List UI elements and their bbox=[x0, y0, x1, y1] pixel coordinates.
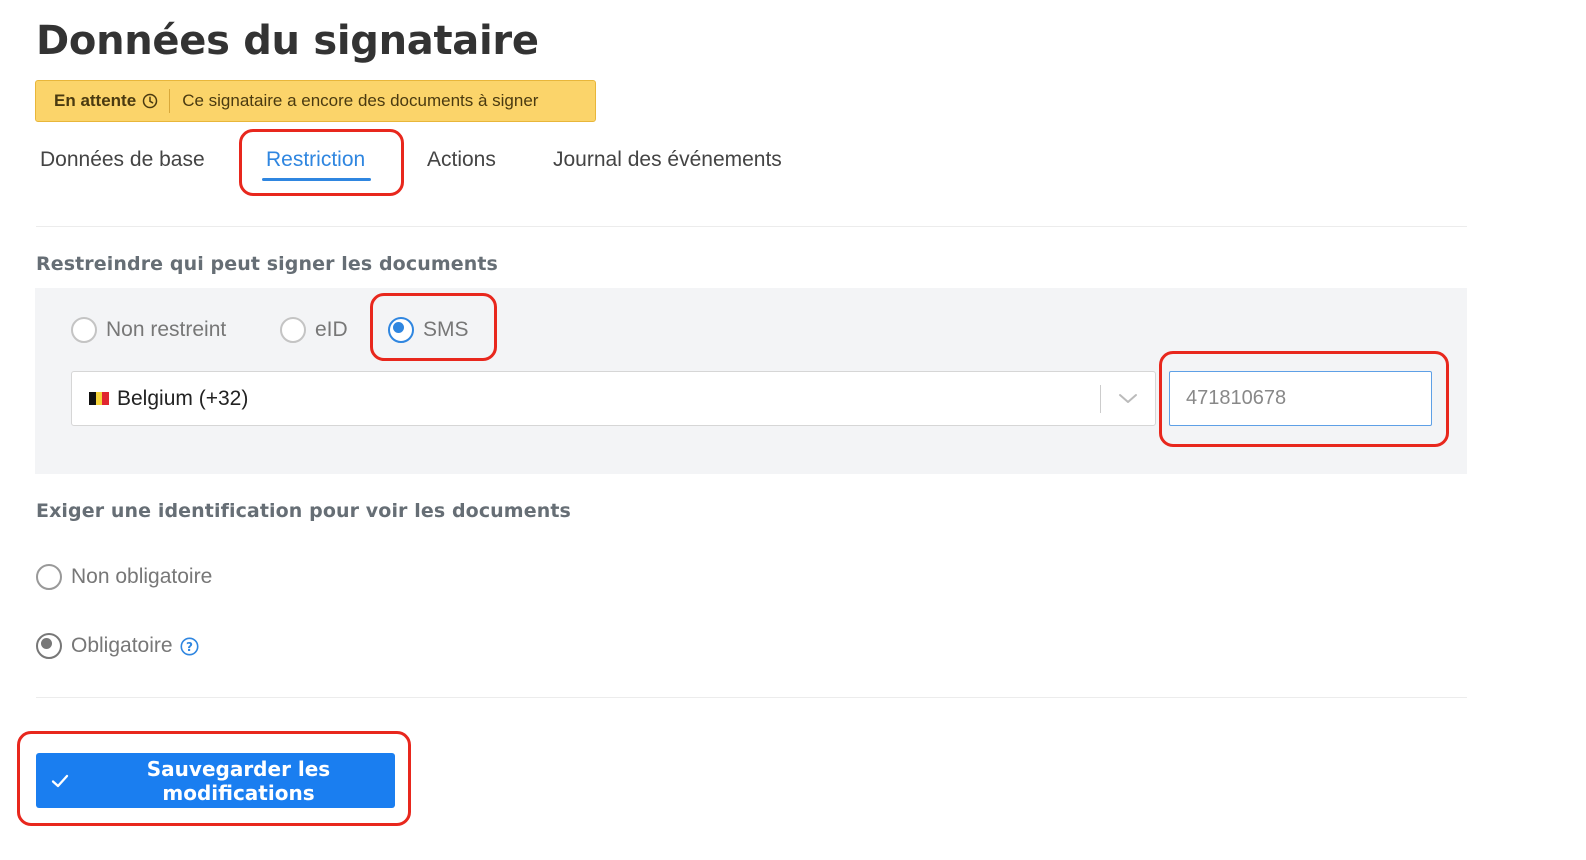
belgium-flag-icon bbox=[89, 392, 110, 405]
radio-circle[interactable] bbox=[280, 317, 306, 343]
svg-text:?: ? bbox=[186, 640, 193, 654]
status-banner: En attente Ce signataire a encore des do… bbox=[35, 80, 596, 122]
radio-label: SMS bbox=[423, 318, 469, 341]
country-select[interactable]: Belgium (+32) bbox=[71, 371, 1156, 426]
phone-input[interactable] bbox=[1169, 371, 1432, 426]
radio-non-restreint[interactable]: Non restreint bbox=[71, 317, 226, 343]
radio-non-obligatoire[interactable]: Non obligatoire bbox=[36, 564, 212, 590]
save-button[interactable]: Sauvegarder les modifications bbox=[36, 753, 395, 808]
save-button-label: Sauvegarder les modifications bbox=[146, 756, 331, 805]
tab-actions[interactable]: Actions bbox=[427, 140, 496, 180]
identification-heading: Exiger une identification pour voir les … bbox=[36, 500, 571, 522]
tab-restriction[interactable]: Restriction bbox=[261, 140, 372, 181]
country-select-value: Belgium (+32) bbox=[117, 386, 249, 410]
radio-eid[interactable]: eID bbox=[280, 317, 348, 343]
radio-label: Non obligatoire bbox=[71, 565, 213, 588]
restriction-heading: Restreindre qui peut signer les document… bbox=[36, 253, 498, 275]
radio-circle[interactable] bbox=[36, 564, 62, 590]
status-badge-label: En attente bbox=[54, 91, 137, 110]
radio-label: Non restreint bbox=[106, 318, 227, 341]
radio-sms[interactable]: SMS bbox=[388, 317, 469, 343]
clock-icon bbox=[142, 93, 158, 109]
page-title: Données du signataire bbox=[36, 18, 539, 64]
status-badge: En attente bbox=[36, 89, 171, 113]
help-icon[interactable]: ? bbox=[180, 637, 199, 656]
radio-label: eID bbox=[315, 318, 348, 341]
section-divider bbox=[36, 697, 1467, 698]
tabs-divider bbox=[36, 226, 1467, 227]
tab-event-log[interactable]: Journal des événements bbox=[553, 140, 782, 180]
radio-label: Obligatoire bbox=[71, 634, 173, 657]
radio-circle-selected[interactable] bbox=[36, 633, 62, 659]
select-separator bbox=[1100, 385, 1101, 413]
chevron-down-icon[interactable] bbox=[1117, 390, 1139, 406]
check-icon bbox=[50, 771, 70, 791]
status-message: Ce signataire a encore des documents à s… bbox=[182, 91, 539, 110]
radio-circle[interactable] bbox=[71, 317, 97, 343]
restriction-panel: Non restreint eID SMS Belgium (+32) bbox=[35, 288, 1467, 474]
radio-circle-selected[interactable] bbox=[388, 317, 414, 343]
radio-obligatoire[interactable]: Obligatoire ? bbox=[36, 633, 199, 659]
tab-basic-data[interactable]: Données de base bbox=[40, 140, 205, 180]
